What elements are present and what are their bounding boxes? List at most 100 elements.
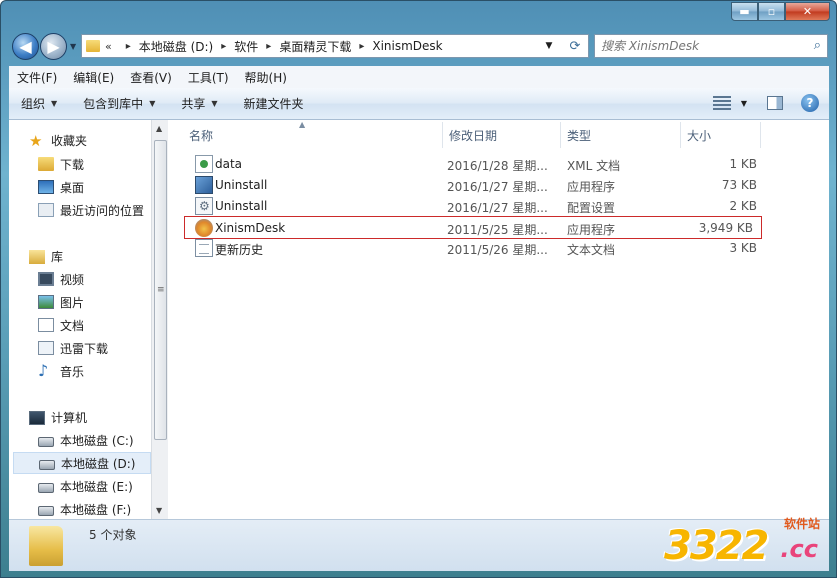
nav-item-label: 本地磁盘 (C:): [60, 433, 134, 448]
file-type-cell: 配置设置: [567, 201, 616, 215]
arrow-right-icon: ▶: [47, 37, 60, 56]
search-input[interactable]: [601, 39, 801, 53]
nav-item-label: 下载: [60, 157, 85, 172]
breadcrumb-separator-icon[interactable]: ▸: [266, 41, 271, 52]
close-button[interactable]: ✕: [785, 2, 830, 21]
nav-item-recent[interactable]: 最近访问的位置: [38, 199, 144, 221]
file-date-cell: 2016/1/27 星期...: [447, 180, 548, 194]
menu-tools[interactable]: 工具(T): [188, 69, 229, 86]
drive-icon: [39, 460, 55, 470]
chevron-down-icon: ▼: [51, 99, 58, 108]
file-date-cell: 2016/1/28 星期...: [447, 159, 548, 173]
scroll-down-icon[interactable]: ▼: [156, 506, 162, 515]
chevron-down-icon: ▼: [149, 99, 156, 108]
breadcrumb-software[interactable]: 软件: [234, 38, 258, 55]
organize-button[interactable]: 组织 ▼: [21, 95, 57, 112]
file-name-cell: XinismDesk: [215, 221, 286, 235]
breadcrumb-drive-d[interactable]: 本地磁盘 (D:): [139, 38, 213, 55]
address-controls: ▼ ⟳: [537, 34, 589, 58]
search-icon[interactable]: ⌕: [814, 38, 821, 53]
drive-icon: [38, 483, 54, 493]
explorer-window: ▬ ▫ ✕ ◀ ▶ ▼ « ▸ 本地磁盘 (D:) ▸ 软件 ▸ 桌面精灵下载 …: [0, 0, 837, 578]
breadcrumb-separator-icon[interactable]: ▸: [359, 41, 364, 52]
file-row[interactable]: data 2016/1/28 星期... XML 文档 1 KB: [185, 154, 765, 175]
file-size-cell: 1 KB: [729, 157, 757, 171]
menu-file[interactable]: 文件(F): [17, 69, 57, 86]
column-header-modified[interactable]: 修改日期: [443, 122, 561, 148]
file-type-cell: 应用程序: [567, 180, 616, 194]
column-header-size[interactable]: 大小: [681, 122, 761, 148]
folder-icon: [29, 526, 63, 566]
refresh-icon[interactable]: ⟳: [570, 39, 581, 54]
address-bar[interactable]: « ▸ 本地磁盘 (D:) ▸ 软件 ▸ 桌面精灵下载 ▸ XinismDesk: [81, 34, 589, 58]
nav-item-pictures[interactable]: 图片: [38, 291, 84, 313]
file-row[interactable]: Uninstall 2016/1/27 星期... 应用程序 73 KB: [185, 175, 765, 196]
nav-item-label: 文档: [60, 318, 85, 333]
view-controls: ▼ ?: [712, 94, 819, 112]
arrow-left-icon: ◀: [19, 37, 32, 56]
nav-item-downloads[interactable]: 下载: [38, 153, 84, 175]
breadcrumb-xinismdesk[interactable]: XinismDesk: [372, 39, 442, 53]
new-folder-button[interactable]: 新建文件夹: [244, 95, 304, 112]
nav-item-thunder-downloads[interactable]: 迅雷下载: [38, 337, 108, 359]
chevron-down-icon[interactable]: ▼: [741, 99, 747, 108]
content-area: ★ 收藏夹 下载 桌面 最近访问的位置 库 视频 图片 文档 迅雷下载 ♪ 音乐…: [9, 120, 829, 519]
menu-edit[interactable]: 编辑(E): [73, 69, 114, 86]
nav-section-favorites[interactable]: ★ 收藏夹: [29, 132, 87, 149]
caption-buttons: ▬ ▫ ✕: [731, 2, 830, 21]
nav-item-videos[interactable]: 视频: [38, 268, 84, 290]
help-icon[interactable]: ?: [801, 94, 819, 112]
navigation-scrollbar[interactable]: ▲ ≡ ▼: [151, 120, 168, 519]
minimize-button[interactable]: ▬: [731, 2, 758, 21]
column-header-type[interactable]: 类型: [561, 122, 681, 148]
breadcrumb-separator-icon[interactable]: ▸: [221, 41, 226, 52]
menu-view[interactable]: 查看(V): [130, 69, 172, 86]
library-icon: [29, 249, 45, 264]
recent-places-icon: [38, 203, 54, 217]
nav-item-label: 本地磁盘 (E:): [60, 479, 133, 494]
forward-button[interactable]: ▶: [40, 33, 67, 60]
downloads-folder-icon: [38, 157, 54, 171]
recent-pages-dropdown[interactable]: ▼: [70, 42, 76, 51]
installer-icon: [195, 176, 213, 194]
watermark-soft-label: 软件站: [783, 517, 820, 531]
nav-item-music[interactable]: ♪ 音乐: [38, 360, 84, 382]
nav-section-libraries[interactable]: 库: [29, 248, 63, 265]
back-button[interactable]: ◀: [12, 33, 39, 60]
nav-item-label: 桌面: [60, 180, 85, 195]
file-type-cell: 文本文档: [567, 243, 616, 257]
nav-item-desktop[interactable]: 桌面: [38, 176, 84, 198]
address-dropdown-icon[interactable]: ▼: [546, 41, 553, 51]
column-header-name[interactable]: 名称: [183, 122, 443, 148]
nav-item-drive-f[interactable]: 本地磁盘 (F:): [38, 498, 131, 519]
scroll-up-icon[interactable]: ▲: [156, 124, 162, 133]
nav-item-drive-e[interactable]: 本地磁盘 (E:): [38, 475, 133, 497]
preview-pane-icon[interactable]: [767, 96, 783, 110]
computer-icon: [29, 410, 45, 425]
include-library-button[interactable]: 包含到库中 ▼: [83, 95, 155, 112]
file-size-cell: 3 KB: [729, 241, 757, 255]
nav-item-drive-c[interactable]: 本地磁盘 (C:): [38, 429, 134, 451]
file-row[interactable]: 更新历史 2011/5/26 星期... 文本文档 3 KB: [185, 238, 765, 259]
nav-item-drive-d[interactable]: 本地磁盘 (D:): [13, 452, 151, 474]
breadcrumb-desktop-download[interactable]: 桌面精灵下载: [279, 38, 351, 55]
breadcrumb-overflow[interactable]: «: [105, 40, 112, 53]
menu-bar: 文件(F) 编辑(E) 查看(V) 工具(T) 帮助(H): [9, 66, 829, 88]
file-row[interactable]: Uninstall 2016/1/27 星期... 配置设置 2 KB: [185, 196, 765, 217]
maximize-button[interactable]: ▫: [758, 2, 785, 21]
file-date-cell: 2011/5/25 星期...: [447, 223, 548, 237]
file-row-highlighted[interactable]: XinismDesk 2011/5/25 星期... 应用程序 3,949 KB: [184, 216, 762, 239]
nav-item-label: 最近访问的位置: [60, 203, 145, 218]
search-box[interactable]: ⌕: [594, 34, 828, 58]
menu-help[interactable]: 帮助(H): [245, 69, 287, 86]
nav-section-computer[interactable]: 计算机: [29, 409, 87, 426]
file-size-cell: 2 KB: [729, 199, 757, 213]
share-label: 共享: [181, 97, 206, 111]
views-icon[interactable]: [712, 96, 731, 110]
nav-item-documents[interactable]: 文档: [38, 314, 84, 336]
address-row: ◀ ▶ ▼ « ▸ 本地磁盘 (D:) ▸ 软件 ▸ 桌面精灵下载 ▸ Xini…: [9, 31, 829, 61]
file-size-cell: 3,949 KB: [698, 221, 753, 235]
share-button[interactable]: 共享 ▼: [181, 95, 217, 112]
nav-item-label: 音乐: [60, 364, 85, 379]
text-file-icon: [195, 239, 213, 257]
